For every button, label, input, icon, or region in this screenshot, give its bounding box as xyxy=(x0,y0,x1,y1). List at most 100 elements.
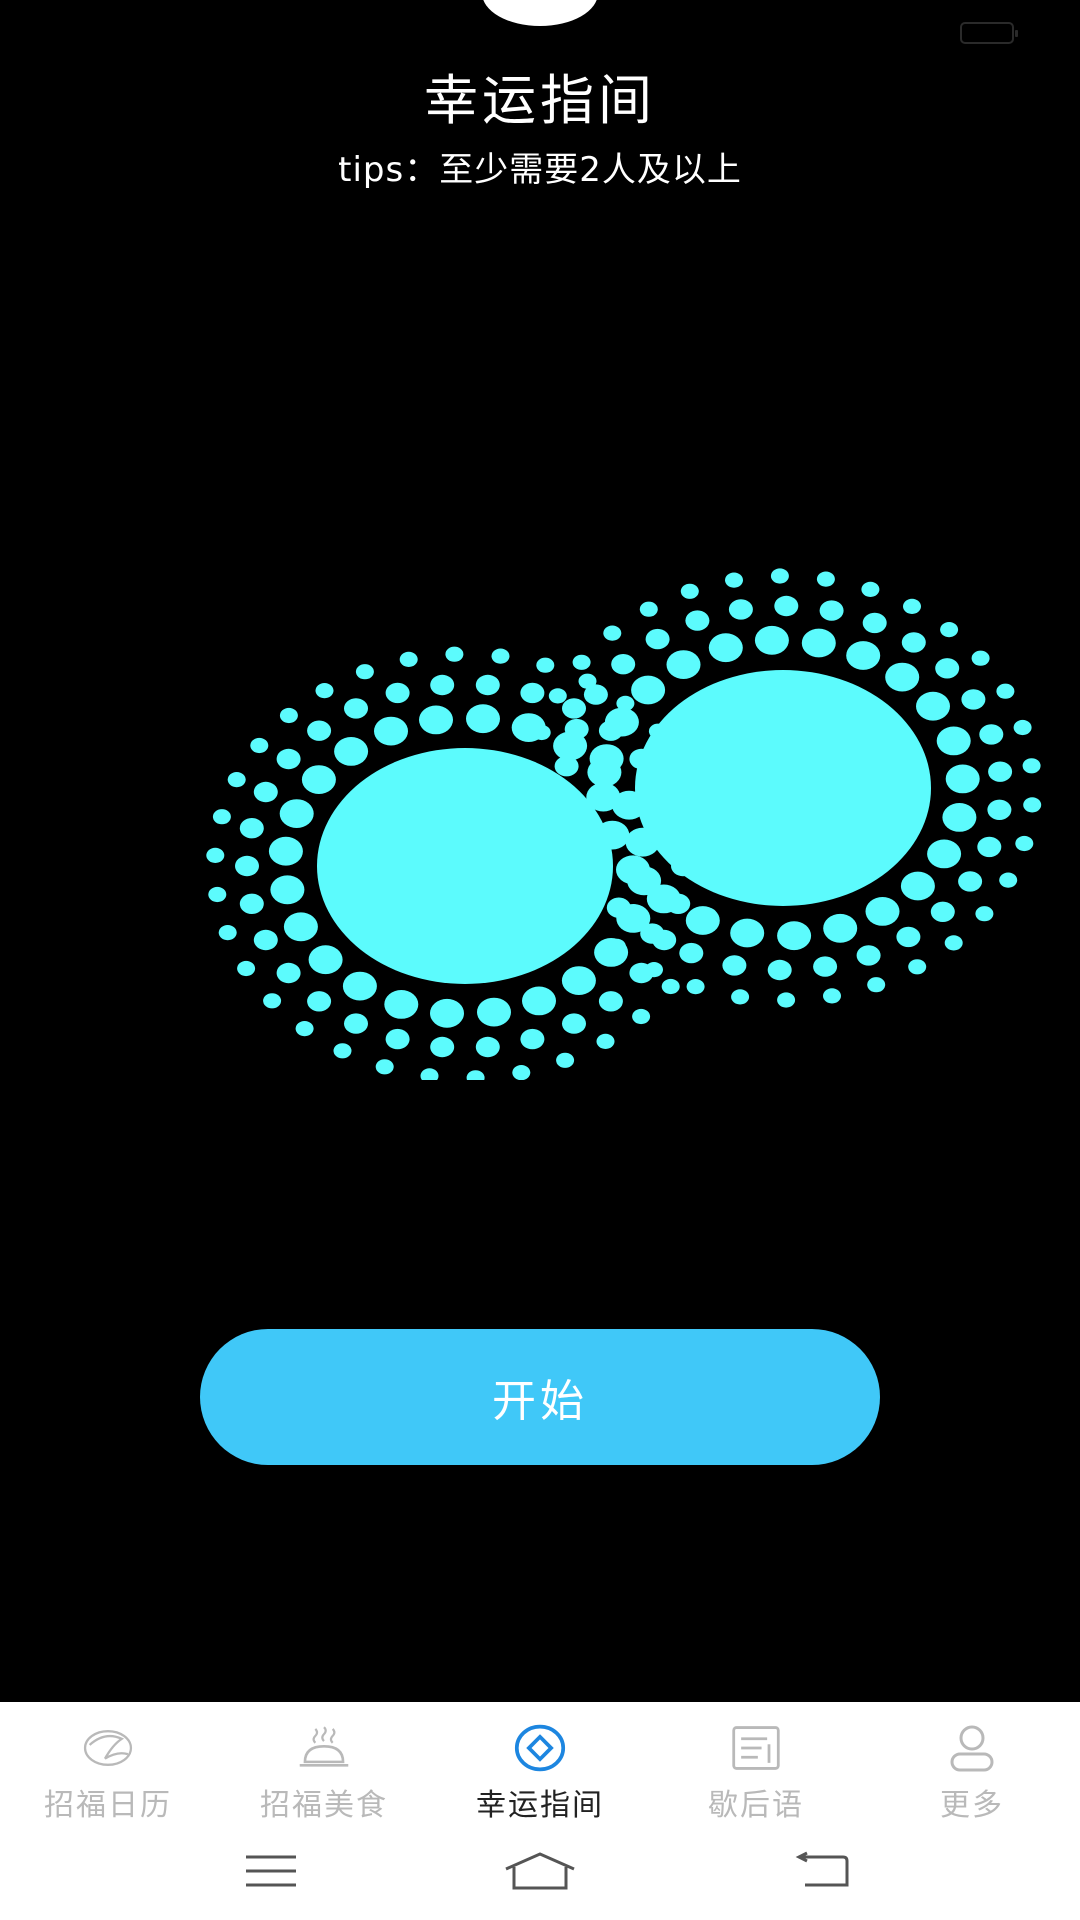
graphic-dot xyxy=(731,989,750,1005)
graphic-dot xyxy=(987,799,1012,820)
graphic-dot xyxy=(239,893,264,914)
graphic-dot xyxy=(940,622,959,638)
graphic-dot xyxy=(375,1059,394,1075)
graphic-dot xyxy=(1022,758,1041,774)
graphic-dot xyxy=(307,720,332,741)
tab-lucky-finger[interactable]: 幸运指间 xyxy=(432,1702,648,1830)
graphic-dot xyxy=(801,628,836,658)
graphic-dot xyxy=(908,959,927,975)
tab-label: 招福美食 xyxy=(260,1788,388,1823)
compass-diamond-icon xyxy=(514,1722,566,1774)
graphic-dot xyxy=(212,809,231,825)
graphic-dot xyxy=(270,875,305,905)
graphic-dot xyxy=(645,962,663,978)
graphic-dot xyxy=(235,855,259,877)
graphic-dot xyxy=(491,648,510,664)
graphic-dot xyxy=(532,724,551,741)
graphic-dot xyxy=(420,1068,439,1080)
graphic-dot xyxy=(430,674,455,696)
graphic-dot xyxy=(958,871,983,892)
graphic-dot xyxy=(903,598,921,615)
graphic-dot xyxy=(606,897,631,918)
graphic-dot xyxy=(283,912,318,942)
graphic-dot xyxy=(730,918,765,948)
graphic-dot xyxy=(385,1028,410,1050)
graphic-dot xyxy=(862,612,887,634)
back-icon[interactable] xyxy=(783,1846,863,1896)
graphic-dot xyxy=(754,625,789,655)
graphic-dot xyxy=(916,691,950,721)
graphic-dot xyxy=(477,997,511,1027)
graphic-dot xyxy=(646,884,681,914)
tab-xiehouyu[interactable]: 歇后语 xyxy=(648,1702,864,1830)
graphic-dot xyxy=(589,744,624,773)
graphic-dot xyxy=(250,737,269,754)
graphic-dot xyxy=(445,646,464,662)
graphic-dot xyxy=(237,960,256,977)
graphic-dot xyxy=(666,650,701,679)
graphic-dot xyxy=(520,682,545,704)
user-icon xyxy=(946,1722,998,1774)
right-finger-pad xyxy=(635,670,931,906)
tab-food[interactable]: 招福美食 xyxy=(216,1702,432,1830)
start-button[interactable]: 开始 xyxy=(200,1329,880,1465)
graphic-dot xyxy=(466,1070,485,1080)
graphic-dot xyxy=(603,625,622,641)
graphic-dot xyxy=(333,1043,352,1059)
graphic-dot xyxy=(979,724,1004,745)
graphic-dot xyxy=(276,962,301,984)
graphic-dot xyxy=(927,839,962,869)
calendar-leaf-icon xyxy=(82,1722,134,1774)
graphic-dot xyxy=(512,1065,531,1080)
graphic-dot xyxy=(227,772,246,788)
graphic-dot xyxy=(208,886,227,903)
graphic-dot xyxy=(295,1021,314,1037)
app-screen: 幸运指间 tips：至少需要2人及以上 开始 招福日历 招福美食 幸运指间 歇后… xyxy=(0,0,1080,1920)
graphic-dot xyxy=(253,929,278,951)
graphic-dot xyxy=(596,1033,615,1049)
home-icon[interactable] xyxy=(500,1846,580,1896)
graphic-dot xyxy=(901,632,926,653)
graphic-dot xyxy=(679,942,704,964)
graphic-dot xyxy=(944,935,963,951)
graphic-dot xyxy=(263,993,282,1009)
graphic-dot xyxy=(936,726,971,756)
graphic-dot xyxy=(583,684,608,705)
graphic-dot xyxy=(823,988,841,1004)
page-title: 幸运指间 xyxy=(424,69,656,132)
graphic-dot xyxy=(307,991,332,1012)
graphic-dot xyxy=(999,872,1018,888)
graphic-dot xyxy=(206,847,225,864)
graphic-dot xyxy=(611,654,636,675)
graphic-dot xyxy=(334,737,369,766)
tab-label: 歇后语 xyxy=(708,1788,804,1823)
graphic-dot xyxy=(616,855,650,885)
graphic-dot xyxy=(475,1036,500,1058)
graphic-dot xyxy=(556,1052,575,1068)
graphic-dot xyxy=(301,765,336,794)
graphic-dot xyxy=(846,641,881,670)
graphic-dot xyxy=(632,1008,651,1025)
graphic-dot xyxy=(686,979,705,995)
graphic-dot xyxy=(639,601,658,617)
graphic-dot xyxy=(308,945,343,975)
graphic-dot xyxy=(344,1013,368,1034)
graphic-dot xyxy=(685,610,710,631)
graphic-dot xyxy=(598,991,623,1012)
graphic-dot xyxy=(631,675,666,705)
graphic-dot xyxy=(562,698,586,719)
graphic-dot xyxy=(708,633,743,663)
graphic-dot xyxy=(996,683,1015,699)
graphic-dot xyxy=(253,781,278,803)
graphic-dot xyxy=(930,901,955,922)
graphic-dot xyxy=(856,945,881,966)
food-cloche-icon xyxy=(298,1722,350,1774)
graphic-dot xyxy=(604,707,639,737)
graphic-dot xyxy=(399,651,418,668)
tab-calendar[interactable]: 招福日历 xyxy=(0,1702,216,1830)
graphic-dot xyxy=(816,571,835,587)
tab-more[interactable]: 更多 xyxy=(864,1702,1080,1830)
graphic-dot xyxy=(430,1036,455,1058)
menu-icon[interactable] xyxy=(231,1846,311,1896)
tab-label: 招福日历 xyxy=(44,1788,172,1823)
